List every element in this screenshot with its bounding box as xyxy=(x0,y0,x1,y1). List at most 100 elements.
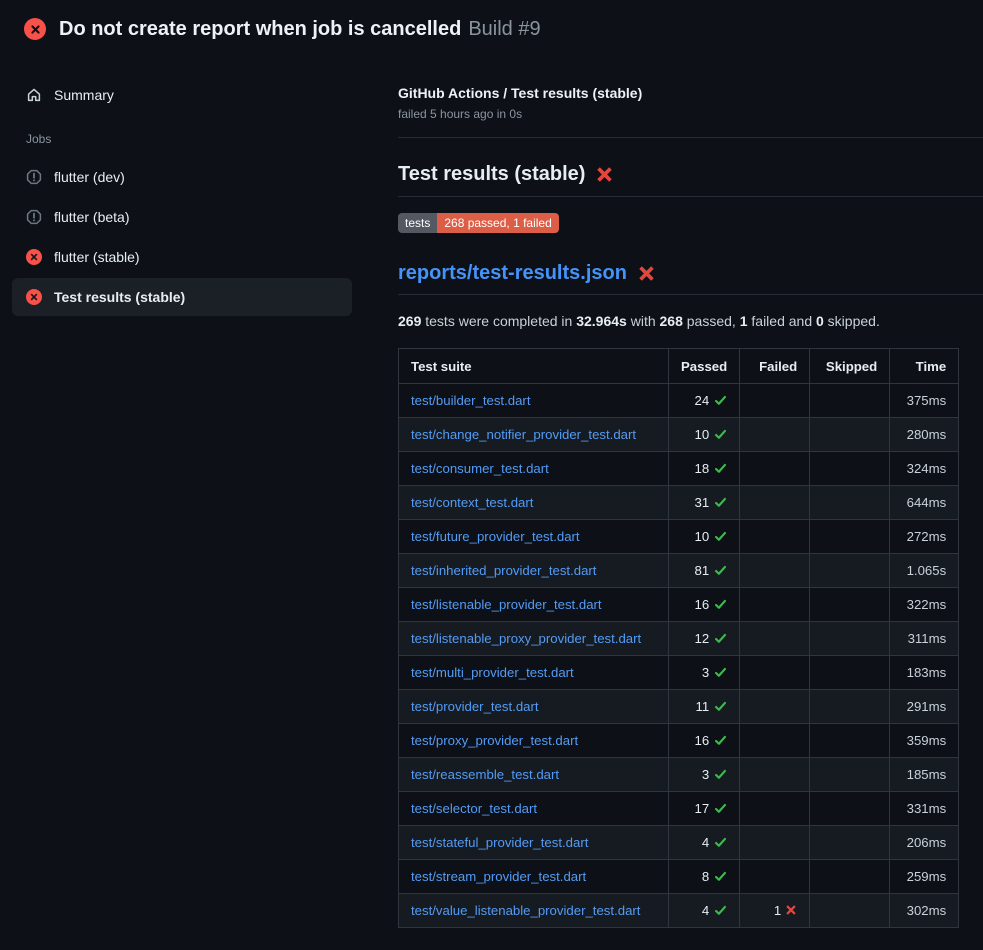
table-row: test/provider_test.dart 11 291ms xyxy=(399,690,959,724)
suite-link[interactable]: test/inherited_provider_test.dart xyxy=(411,563,596,578)
check-icon xyxy=(714,462,727,475)
table-row: test/value_listenable_provider_test.dart… xyxy=(399,894,959,928)
suite-cell: test/listenable_provider_test.dart xyxy=(399,588,669,622)
suite-cell: test/consumer_test.dart xyxy=(399,452,669,486)
failed-cell xyxy=(740,486,810,520)
failed-cell xyxy=(740,758,810,792)
sidebar-jobs: flutter (dev)flutter (beta)flutter (stab… xyxy=(12,158,352,316)
report-file-link[interactable]: reports/test-results.json xyxy=(398,261,627,285)
summary-number: 269 xyxy=(398,313,421,329)
failed-cell: 1 xyxy=(740,894,810,928)
suite-link[interactable]: test/consumer_test.dart xyxy=(411,461,549,476)
time-cell: 272ms xyxy=(890,520,959,554)
failed-cell xyxy=(740,554,810,588)
suite-link[interactable]: test/proxy_provider_test.dart xyxy=(411,733,578,748)
suite-link[interactable]: test/reassemble_test.dart xyxy=(411,767,559,782)
table-row: test/future_provider_test.dart 10 272ms xyxy=(399,520,959,554)
skipped-cell xyxy=(810,792,890,826)
suite-cell: test/multi_provider_test.dart xyxy=(399,656,669,690)
suite-cell: test/proxy_provider_test.dart xyxy=(399,724,669,758)
check-icon xyxy=(714,632,727,645)
table-row: test/stateful_provider_test.dart 4 206ms xyxy=(399,826,959,860)
home-icon xyxy=(26,87,42,103)
main-content: GitHub Actions / Test results (stable) f… xyxy=(390,54,983,928)
column-header-skipped: Skipped xyxy=(810,349,890,384)
suite-link[interactable]: test/value_listenable_provider_test.dart xyxy=(411,903,640,918)
time-cell: 206ms xyxy=(890,826,959,860)
sidebar-item-summary[interactable]: Summary xyxy=(12,76,352,114)
passed-count: 11 xyxy=(696,699,710,714)
suite-link[interactable]: test/stream_provider_test.dart xyxy=(411,869,586,884)
sidebar-item-test-results-stable[interactable]: Test results (stable) xyxy=(12,278,352,316)
failed-cell xyxy=(740,724,810,758)
failed-cell xyxy=(740,622,810,656)
skipped-cell xyxy=(810,486,890,520)
run-build-number: Build #9 xyxy=(468,18,540,40)
check-icon xyxy=(714,836,727,849)
suite-link[interactable]: test/context_test.dart xyxy=(411,495,533,510)
suite-link[interactable]: test/stateful_provider_test.dart xyxy=(411,835,588,850)
skipped-cell xyxy=(810,622,890,656)
time-cell: 259ms xyxy=(890,860,959,894)
passed-cell: 3 xyxy=(669,758,740,792)
skipped-cell xyxy=(810,418,890,452)
check-icon xyxy=(714,496,727,509)
table-row: test/listenable_provider_test.dart16322m… xyxy=(399,588,959,622)
table-row: test/reassemble_test.dart3185ms xyxy=(399,758,959,792)
time-cell: 291ms xyxy=(890,690,959,724)
passed-cell: 17 xyxy=(669,792,740,826)
skipped-cell xyxy=(810,826,890,860)
passed-count: 4 xyxy=(702,903,709,918)
failed-cell xyxy=(740,588,810,622)
suite-link[interactable]: test/selector_test.dart xyxy=(411,801,537,816)
summary-fragment: tests were completed in xyxy=(421,313,576,329)
summary-fragment: passed, xyxy=(683,313,740,329)
suite-cell: test/listenable_proxy_provider_test.dart xyxy=(399,622,669,656)
suite-link[interactable]: test/provider_test.dart xyxy=(411,699,539,714)
check-icon xyxy=(714,904,727,917)
run-meta: failed 5 hours ago in 0s xyxy=(398,107,983,121)
sidebar-item-flutter-stable[interactable]: flutter (stable) xyxy=(12,238,352,276)
skipped-cell xyxy=(810,724,890,758)
passed-cell: 31 xyxy=(669,486,740,520)
column-header-passed: Passed xyxy=(669,349,740,384)
time-cell: 1.065s xyxy=(890,554,959,588)
suite-link[interactable]: test/multi_provider_test.dart xyxy=(411,665,574,680)
suite-link[interactable]: test/change_notifier_provider_test.dart xyxy=(411,427,636,442)
breadcrumb: GitHub Actions / Test results (stable) xyxy=(398,84,983,102)
sidebar-item-flutter-beta[interactable]: flutter (beta) xyxy=(12,198,352,236)
passed-cell: 4 xyxy=(669,826,740,860)
suite-link[interactable]: test/future_provider_test.dart xyxy=(411,529,580,544)
passed-count: 4 xyxy=(702,835,709,850)
check-icon xyxy=(714,700,727,713)
passed-cell: 10 xyxy=(669,520,740,554)
cross-mark-icon xyxy=(596,166,613,183)
suite-cell: test/change_notifier_provider_test.dart xyxy=(399,418,669,452)
summary-number: 0 xyxy=(816,313,824,329)
check-icon xyxy=(714,734,727,747)
time-cell: 644ms xyxy=(890,486,959,520)
suite-cell: test/context_test.dart xyxy=(399,486,669,520)
summary-fragment: skipped. xyxy=(824,313,880,329)
failed-cell xyxy=(740,826,810,860)
passed-cell: 8 xyxy=(669,860,740,894)
skipped-cell xyxy=(810,894,890,928)
passed-cell: 4 xyxy=(669,894,740,928)
suite-link[interactable]: test/builder_test.dart xyxy=(411,393,531,408)
table-row: test/builder_test.dart24375ms xyxy=(399,384,959,418)
run-title: Do not create report when job is cancell… xyxy=(59,18,461,40)
check-icon xyxy=(714,530,727,543)
sidebar-item-flutter-dev[interactable]: flutter (dev) xyxy=(12,158,352,196)
suite-cell: test/builder_test.dart xyxy=(399,384,669,418)
time-cell: 331ms xyxy=(890,792,959,826)
passed-cell: 3 xyxy=(669,656,740,690)
skipped-cell xyxy=(810,452,890,486)
suite-link[interactable]: test/listenable_proxy_provider_test.dart xyxy=(411,631,641,646)
time-cell: 302ms xyxy=(890,894,959,928)
time-cell: 311ms xyxy=(890,622,959,656)
passed-count: 81 xyxy=(695,563,710,578)
check-icon xyxy=(714,564,727,577)
suite-link[interactable]: test/listenable_provider_test.dart xyxy=(411,597,602,612)
time-cell: 322ms xyxy=(890,588,959,622)
cross-mark-icon xyxy=(638,265,655,282)
